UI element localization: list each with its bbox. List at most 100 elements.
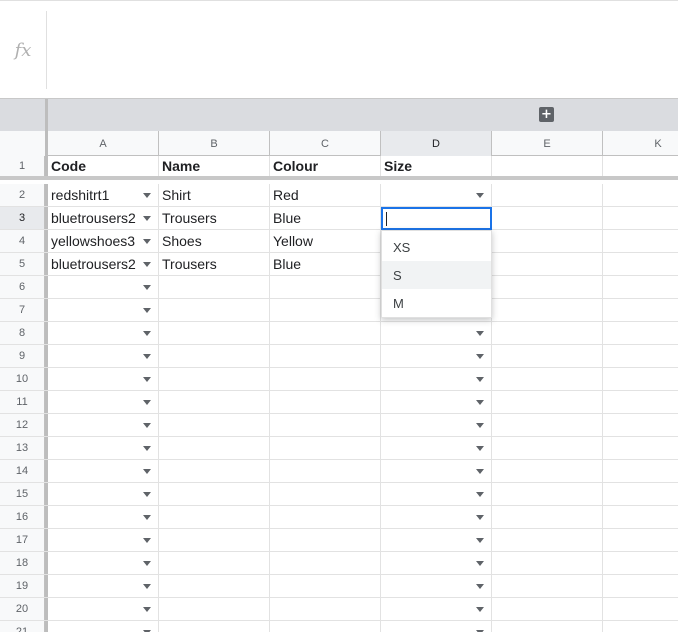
cell-b[interactable] [159, 460, 270, 482]
cell-d[interactable] [381, 368, 492, 390]
cell-c[interactable] [270, 345, 381, 367]
dropdown-arrow-icon[interactable] [476, 423, 484, 428]
cell-a[interactable] [48, 368, 159, 390]
row-number[interactable]: 11 [0, 391, 45, 413]
cell-c[interactable] [270, 414, 381, 436]
cell-e[interactable] [492, 552, 603, 574]
dropdown-arrow-icon[interactable] [143, 262, 151, 267]
dropdown-option-s[interactable]: S [382, 261, 491, 289]
cell-b[interactable]: Shirt [159, 184, 270, 206]
cell-b[interactable] [159, 506, 270, 528]
cell-a[interactable] [48, 483, 159, 505]
row-number[interactable]: 18 [0, 552, 45, 574]
cell-b[interactable] [159, 414, 270, 436]
row-number[interactable]: 10 [0, 368, 45, 390]
cell-d[interactable]: Size [381, 156, 492, 176]
dropdown-arrow-icon[interactable] [143, 492, 151, 497]
cell-k[interactable] [603, 575, 678, 597]
cell-c[interactable] [270, 575, 381, 597]
cell-d[interactable] [381, 621, 492, 632]
cell-b[interactable] [159, 529, 270, 551]
cell-k[interactable] [603, 506, 678, 528]
cell-k[interactable] [603, 299, 678, 321]
cell-k[interactable] [603, 460, 678, 482]
dropdown-arrow-icon[interactable] [143, 377, 151, 382]
cell-e[interactable] [492, 276, 603, 298]
cell-c[interactable] [270, 437, 381, 459]
dropdown-arrow-icon[interactable] [143, 446, 151, 451]
dropdown-arrow-icon[interactable] [476, 469, 484, 474]
dropdown-arrow-icon[interactable] [476, 446, 484, 451]
formula-input[interactable] [48, 5, 678, 95]
row-number[interactable]: 16 [0, 506, 45, 528]
cell-a[interactable] [48, 575, 159, 597]
cell-e[interactable] [492, 506, 603, 528]
cell-b[interactable] [159, 437, 270, 459]
cell-c[interactable] [270, 276, 381, 298]
cell-c[interactable] [270, 299, 381, 321]
dropdown-arrow-icon[interactable] [476, 400, 484, 405]
cell-a[interactable] [48, 299, 159, 321]
row-number[interactable]: 5 [0, 253, 45, 275]
cell-e[interactable] [492, 483, 603, 505]
cell-d[interactable] [381, 184, 492, 206]
cell-c[interactable] [270, 391, 381, 413]
column-header-c[interactable]: C [270, 131, 381, 156]
cell-a[interactable] [48, 276, 159, 298]
plus-icon[interactable]: + [539, 107, 554, 122]
cell-d[interactable] [381, 460, 492, 482]
dropdown-arrow-icon[interactable] [143, 354, 151, 359]
column-header-d[interactable]: D [381, 131, 492, 156]
cell-k[interactable] [603, 552, 678, 574]
dropdown-option-m[interactable]: M [382, 289, 491, 317]
cell-b[interactable] [159, 368, 270, 390]
cell-c[interactable] [270, 529, 381, 551]
row-number[interactable]: 3 [0, 207, 45, 229]
cell-e[interactable] [492, 575, 603, 597]
cell-k[interactable] [603, 621, 678, 632]
cell-b[interactable]: Name [159, 156, 270, 176]
column-header-b[interactable]: B [159, 131, 270, 156]
cell-e[interactable] [492, 414, 603, 436]
cell-c[interactable] [270, 322, 381, 344]
row-number[interactable]: 13 [0, 437, 45, 459]
active-cell-editor[interactable] [381, 207, 492, 230]
cell-k[interactable] [603, 156, 678, 176]
dropdown-arrow-icon[interactable] [476, 193, 484, 198]
cell-e[interactable] [492, 299, 603, 321]
cell-b[interactable] [159, 621, 270, 632]
cell-a[interactable] [48, 414, 159, 436]
cell-k[interactable] [603, 184, 678, 206]
dropdown-arrow-icon[interactable] [476, 354, 484, 359]
cell-e[interactable] [492, 598, 603, 620]
select-all-corner[interactable] [0, 131, 48, 156]
cell-d[interactable] [381, 483, 492, 505]
cell-a[interactable] [48, 621, 159, 632]
cell-b[interactable] [159, 598, 270, 620]
cell-c[interactable] [270, 621, 381, 632]
cell-a[interactable] [48, 529, 159, 551]
cell-k[interactable] [603, 483, 678, 505]
cell-k[interactable] [603, 253, 678, 275]
row-number[interactable]: 4 [0, 230, 45, 252]
cell-k[interactable] [603, 276, 678, 298]
cell-e[interactable] [492, 460, 603, 482]
cell-c[interactable]: Blue [270, 253, 381, 275]
cell-e[interactable] [492, 207, 603, 229]
cell-k[interactable] [603, 322, 678, 344]
row-number[interactable]: 15 [0, 483, 45, 505]
cell-a[interactable] [48, 460, 159, 482]
dropdown-arrow-icon[interactable] [143, 239, 151, 244]
row-number[interactable]: 1 [0, 156, 45, 176]
dropdown-arrow-icon[interactable] [143, 331, 151, 336]
dropdown-arrow-icon[interactable] [476, 515, 484, 520]
dropdown-arrow-icon[interactable] [143, 584, 151, 589]
dropdown-arrow-icon[interactable] [143, 285, 151, 290]
cell-d[interactable] [381, 598, 492, 620]
dropdown-arrow-icon[interactable] [476, 331, 484, 336]
cell-a[interactable] [48, 322, 159, 344]
dropdown-arrow-icon[interactable] [143, 515, 151, 520]
cell-d[interactable] [381, 575, 492, 597]
cell-k[interactable] [603, 345, 678, 367]
cell-b[interactable] [159, 276, 270, 298]
